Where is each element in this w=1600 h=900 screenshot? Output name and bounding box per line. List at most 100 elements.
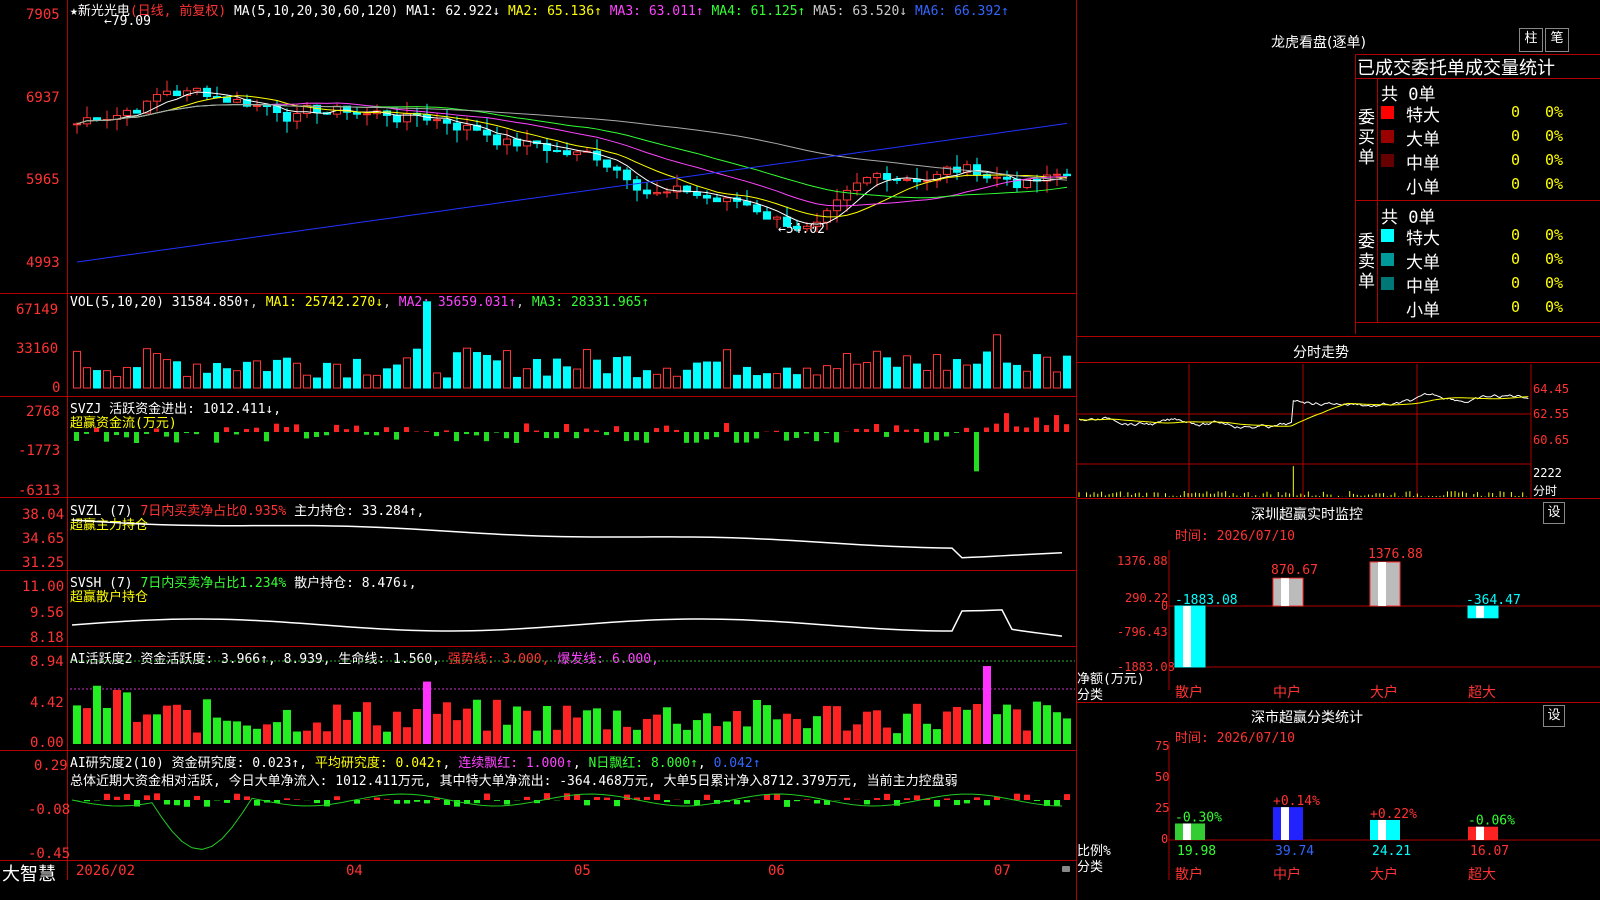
- candle-body: [443, 119, 451, 124]
- candle-body: [73, 123, 81, 126]
- fund-flow-bar: [944, 432, 949, 437]
- monitor-bar-highlight: [1281, 578, 1289, 606]
- activity-bar: [463, 708, 471, 744]
- activity-bar: [343, 719, 351, 744]
- activity-bar: [1053, 712, 1061, 744]
- research-bar: [564, 793, 570, 800]
- activity-bar: [593, 708, 601, 744]
- activity-bar: [313, 722, 321, 744]
- activity-bar: [293, 731, 301, 744]
- volume-bar: [243, 361, 251, 389]
- candle-body: [463, 124, 471, 131]
- candle-body: [593, 150, 601, 161]
- research-bar: [964, 800, 970, 804]
- activity-bar: [813, 716, 821, 744]
- candle-body: [483, 129, 491, 136]
- volume-bar: [993, 334, 1001, 389]
- activity-bar: [553, 729, 561, 744]
- fund-flow-bar: [424, 431, 429, 432]
- fund-flow-bar: [534, 430, 539, 432]
- fund-flow-bar: [974, 432, 979, 472]
- activity-bar: [853, 724, 861, 744]
- fund-flow-bar: [394, 432, 399, 440]
- fund-flow-bar: [1064, 424, 1069, 432]
- ma-line: [76, 104, 1068, 181]
- fund-flow-bar: [384, 427, 389, 432]
- activity-bar: [73, 705, 81, 744]
- volume-bar: [1033, 354, 1041, 389]
- activity-bar: [173, 704, 181, 744]
- research-bar: [784, 800, 790, 807]
- activity-bar: [473, 699, 481, 744]
- activity-bar: [993, 714, 1001, 744]
- fund-flow-bar: [214, 432, 219, 443]
- volume-bar: [863, 362, 871, 389]
- research-bar: [734, 800, 740, 805]
- activity-bar: [763, 705, 771, 744]
- activity-bar: [983, 666, 991, 744]
- activity-bar: [483, 730, 491, 744]
- fund-flow-bar: [194, 432, 199, 435]
- fund-flow-bar: [594, 430, 599, 432]
- fund-flow-bar: [564, 424, 569, 432]
- research-bar: [524, 796, 530, 800]
- candle-body: [493, 134, 501, 146]
- candle-body: [173, 90, 181, 97]
- activity-bar: [283, 709, 291, 744]
- research-bar: [414, 800, 420, 802]
- main-holding-line: [71, 519, 1063, 559]
- main-chart-svg[interactable]: [0, 0, 1077, 900]
- fund-flow-bar: [694, 432, 699, 443]
- activity-bar: [223, 720, 231, 744]
- fund-flow-bar: [484, 432, 489, 442]
- research-bar: [804, 799, 810, 800]
- activity-bar: [333, 704, 341, 744]
- volume-bar: [773, 373, 781, 389]
- volume-bar: [473, 352, 481, 389]
- activity-bar: [563, 705, 571, 744]
- activity-bar: [233, 721, 241, 744]
- class-bar-highlight: [1378, 819, 1386, 840]
- candle-body: [903, 178, 911, 181]
- volume-bar: [103, 370, 111, 389]
- main-chart-area[interactable]: ★新光光电(日线, 前复权) MA(5,10,20,30,60,120) MA1…: [0, 0, 1077, 900]
- activity-bar: [643, 718, 651, 744]
- research-bar: [914, 795, 920, 800]
- fund-flow-bar: [454, 432, 459, 442]
- activity-bar: [243, 725, 251, 744]
- class-bar-value: 16.07: [1470, 844, 1509, 859]
- volume-bar: [273, 359, 281, 389]
- candle-body: [353, 111, 361, 115]
- fund-flow-bar: [324, 432, 329, 436]
- candle-body: [613, 166, 621, 171]
- volume-bar: [923, 369, 931, 389]
- activity-bar: [513, 706, 521, 744]
- volume-bar: [193, 363, 201, 389]
- research-bar: [504, 800, 510, 805]
- volume-bar: [613, 357, 621, 389]
- fund-flow-bar: [224, 427, 229, 432]
- candle-body: [143, 100, 151, 114]
- candle-body: [153, 94, 161, 102]
- ma-line: [76, 91, 1068, 225]
- fund-flow-bar: [664, 425, 669, 432]
- fund-flow-bar: [154, 428, 159, 432]
- candle-body: [883, 173, 891, 180]
- volume-bar: [1003, 362, 1011, 389]
- fund-flow-bar: [824, 432, 829, 434]
- volume-bar: [233, 370, 241, 389]
- volume-bar: [893, 366, 901, 389]
- activity-bar: [603, 729, 611, 744]
- activity-bar: [723, 721, 731, 744]
- ma-line: [76, 102, 1068, 207]
- ma-line: [76, 95, 1068, 218]
- research-bar: [394, 800, 400, 804]
- volume-bar: [653, 373, 661, 389]
- activity-bar: [973, 704, 981, 744]
- fund-flow-bar: [434, 432, 439, 437]
- activity-bar: [533, 730, 541, 744]
- volume-bar: [943, 369, 951, 389]
- class-bar-highlight: [1183, 823, 1191, 840]
- candle-body: [163, 90, 171, 96]
- fund-flow-bar: [364, 432, 369, 435]
